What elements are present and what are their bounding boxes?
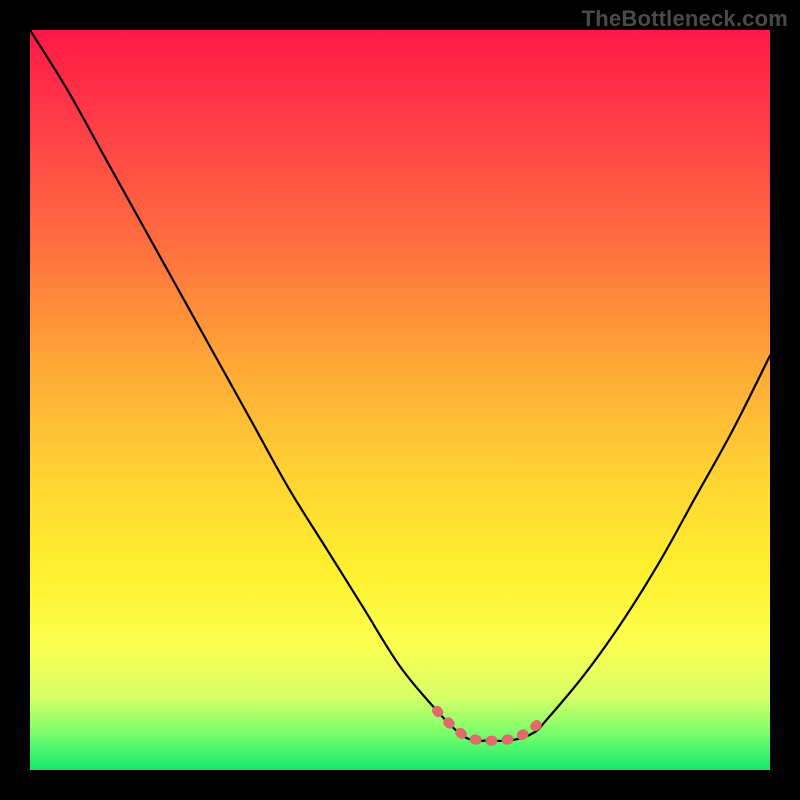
plot-svg [30,30,770,770]
bottleneck-curve-path [30,30,770,741]
chart-frame: TheBottleneck.com [0,0,800,800]
plot-area [30,30,770,770]
optimal-zone-highlight-path [437,711,541,741]
watermark-text: TheBottleneck.com [582,6,788,32]
